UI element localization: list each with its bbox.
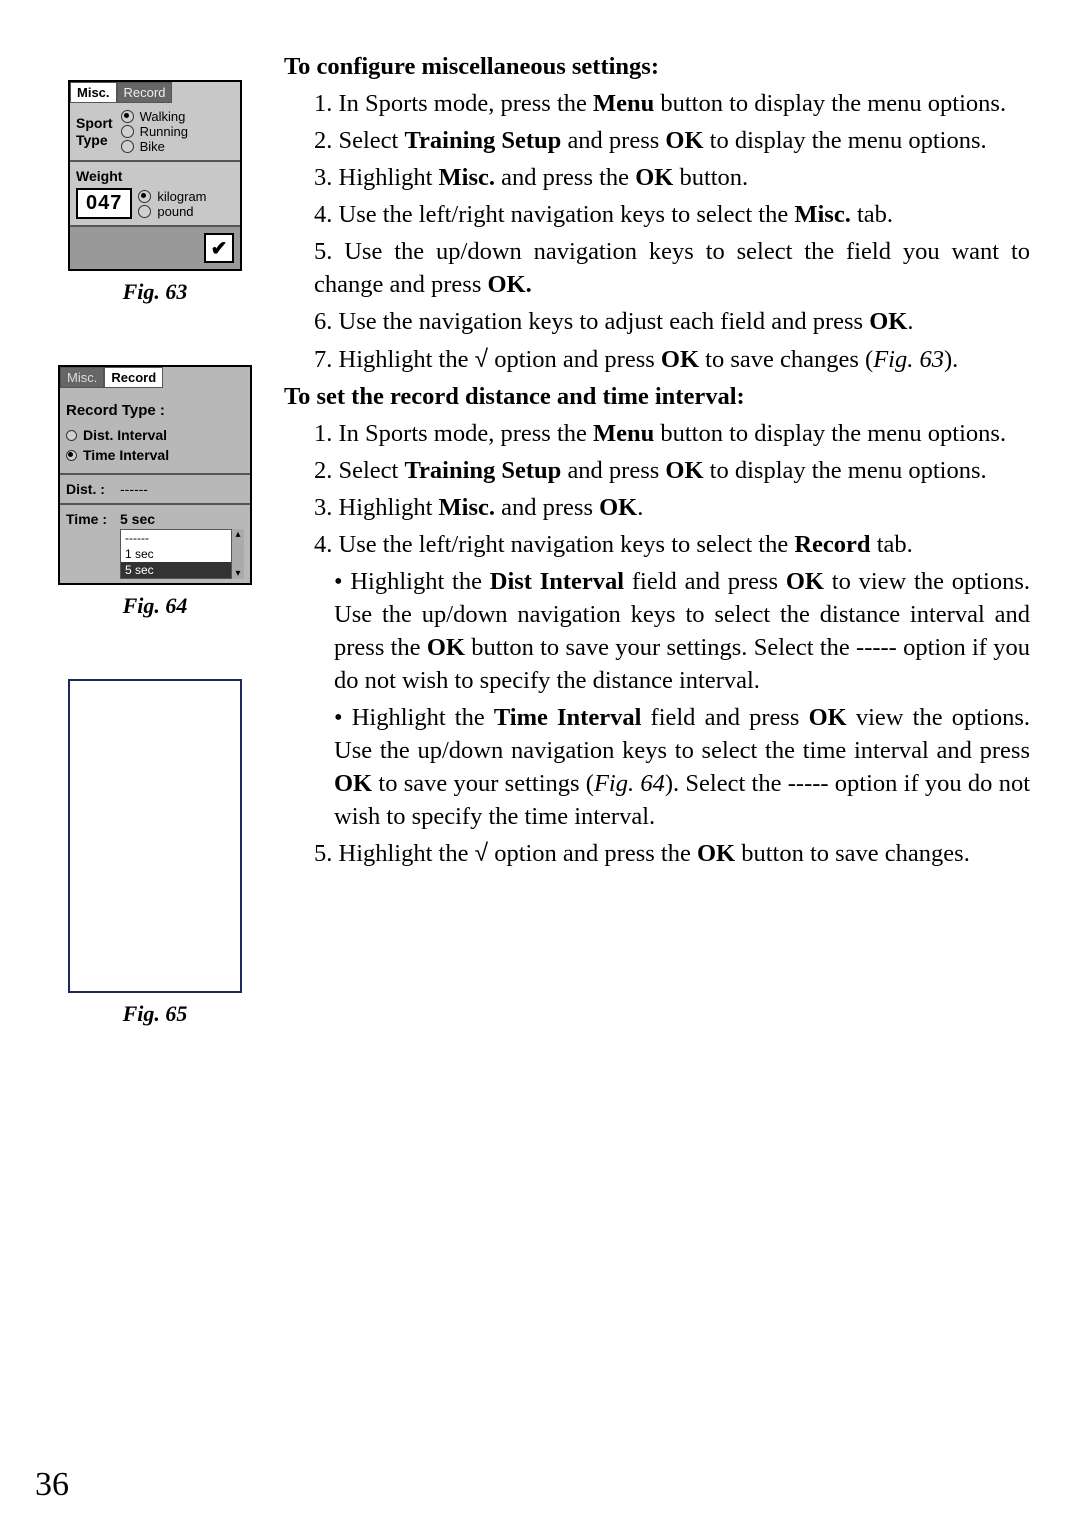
step-2-2: 2. Select Training Setup and press OK to… (284, 454, 1030, 487)
step-1-7: 7. Highlight the √ option and press OK t… (284, 343, 1030, 376)
caption-fig63: Fig. 63 (50, 279, 260, 305)
page-number: 36 (35, 1466, 69, 1504)
radio-bike[interactable] (121, 140, 134, 153)
unit-kilogram: kilogram (157, 189, 206, 204)
scroll-up-icon[interactable]: ▴ (235, 529, 240, 540)
radio-time-interval[interactable] (66, 450, 77, 461)
bullet-time-interval: • Highlight the Time Interval field and … (284, 701, 1030, 833)
dd-dash[interactable]: ------ (121, 530, 231, 546)
device-fig65-placeholder (68, 679, 242, 993)
opt-bike: Bike (140, 139, 165, 154)
opt-running: Running (140, 124, 188, 139)
heading-set-record: To set the record distance and time inte… (284, 380, 1030, 413)
left-column: Misc. Record Sport Type Walking Running … (50, 50, 260, 1027)
device-fig64: Misc. Record Record Type : Dist. Interva… (58, 365, 252, 585)
dropdown-scrollbar[interactable]: ▴ ▾ (232, 529, 244, 579)
dd-5sec[interactable]: 5 sec (121, 562, 231, 578)
heading-configure-misc: To configure miscellaneous settings: (284, 50, 1030, 83)
dist-value: ------ (120, 481, 148, 497)
record-type-label: Record Type : (66, 402, 244, 419)
step-2-4: 4. Use the left/right navigation keys to… (284, 528, 1030, 561)
right-column: To configure miscellaneous settings: 1. … (284, 50, 1030, 1027)
radio-kilogram[interactable] (138, 190, 151, 203)
radio-dist-interval[interactable] (66, 430, 77, 441)
weight-value[interactable]: 047 (76, 188, 132, 219)
step-2-3: 3. Highlight Misc. and press OK. (284, 491, 1030, 524)
time-value[interactable]: 5 sec (120, 511, 155, 527)
step-1-5: 5. Use the up/down navigation keys to se… (284, 235, 1030, 301)
step-1-4: 4. Use the left/right navigation keys to… (284, 198, 1030, 231)
sport-type-label: Sport Type (76, 115, 113, 149)
step-1-3: 3. Highlight Misc. and press the OK butt… (284, 161, 1030, 194)
check-button[interactable]: ✔ (204, 233, 234, 263)
opt-time-interval: Time Interval (83, 447, 169, 463)
time-dropdown[interactable]: ------ 1 sec 5 sec (120, 529, 232, 579)
unit-pound: pound (157, 204, 193, 219)
tab-record-2[interactable]: Record (104, 367, 163, 388)
tab-misc-2[interactable]: Misc. (60, 367, 104, 388)
step-1-6: 6. Use the navigation keys to adjust eac… (284, 305, 1030, 338)
step-1-1: 1. In Sports mode, press the Menu button… (284, 87, 1030, 120)
opt-walking: Walking (140, 109, 186, 124)
bullet-dist-interval: • Highlight the Dist Interval field and … (284, 565, 1030, 697)
tab-misc[interactable]: Misc. (70, 82, 117, 103)
opt-dist-interval: Dist. Interval (83, 427, 167, 443)
time-label: Time : (66, 511, 114, 527)
weight-label: Weight (76, 168, 234, 184)
dist-label: Dist. : (66, 481, 114, 497)
step-1-2: 2. Select Training Setup and press OK to… (284, 124, 1030, 157)
radio-running[interactable] (121, 125, 134, 138)
step-2-5: 5. Highlight the √ option and press the … (284, 837, 1030, 870)
tabs-fig64: Misc. Record (60, 367, 250, 388)
tab-record[interactable]: Record (117, 82, 173, 103)
tabs-fig63: Misc. Record (70, 82, 240, 103)
radio-pound[interactable] (138, 205, 151, 218)
dd-1sec[interactable]: 1 sec (121, 546, 231, 562)
scroll-down-icon[interactable]: ▾ (235, 568, 240, 579)
step-2-1: 1. In Sports mode, press the Menu button… (284, 417, 1030, 450)
radio-walking[interactable] (121, 110, 134, 123)
caption-fig65: Fig. 65 (50, 1001, 260, 1027)
device-fig63: Misc. Record Sport Type Walking Running … (68, 80, 242, 271)
caption-fig64: Fig. 64 (50, 593, 260, 619)
